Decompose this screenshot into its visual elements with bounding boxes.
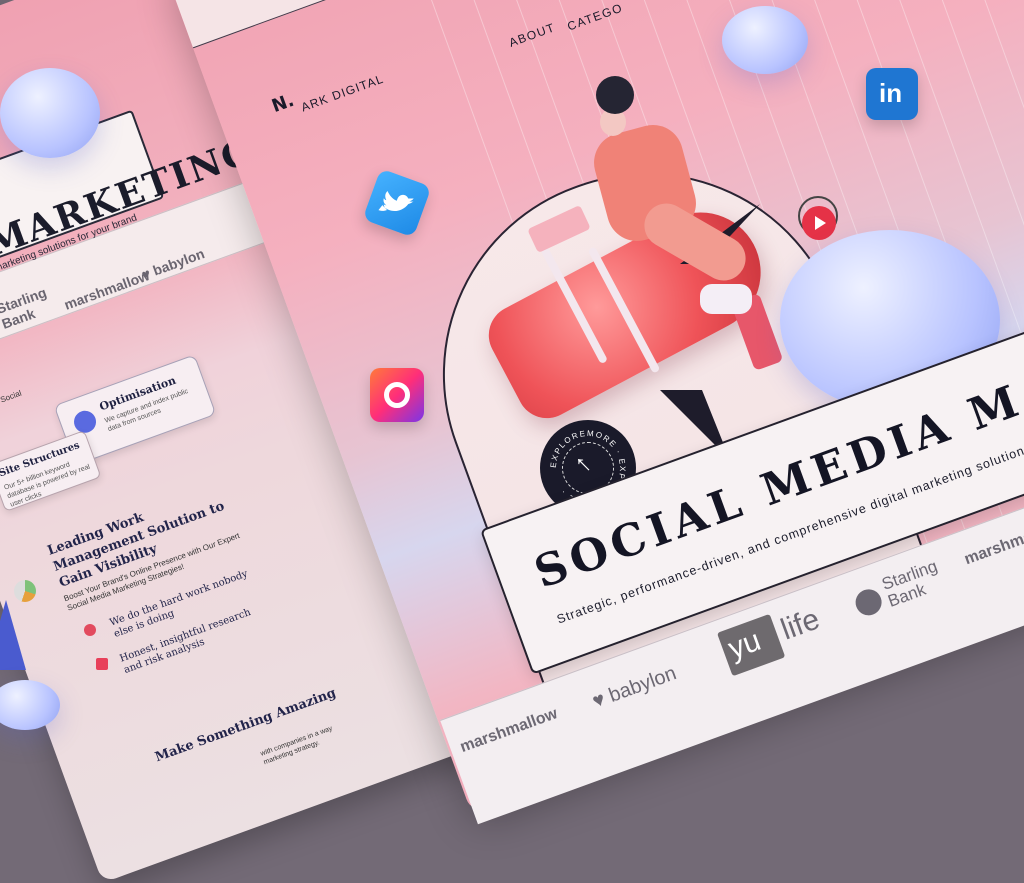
heart-icon: ♥ — [589, 688, 609, 713]
life-logo-text: life — [776, 602, 824, 647]
youtube-icon[interactable] — [802, 206, 836, 240]
partner-logo-babylon-label: babylon — [605, 662, 680, 707]
starling-logo-icon — [851, 585, 886, 619]
linkedin-icon[interactable]: in — [866, 68, 918, 120]
person-hair — [596, 76, 634, 114]
instagram-icon[interactable] — [370, 368, 424, 422]
pie-chart-icon — [14, 580, 36, 602]
partner-logo-marshmallow: marshmallow — [457, 705, 560, 757]
target-icon — [84, 624, 96, 636]
cloud-icon — [722, 6, 808, 74]
person-shoe — [700, 284, 752, 314]
cloud-icon — [0, 68, 100, 158]
globe-icon — [70, 407, 100, 436]
partner-logo-babylon: ♥ babylon — [590, 662, 680, 714]
chart-bar-icon — [96, 658, 108, 670]
